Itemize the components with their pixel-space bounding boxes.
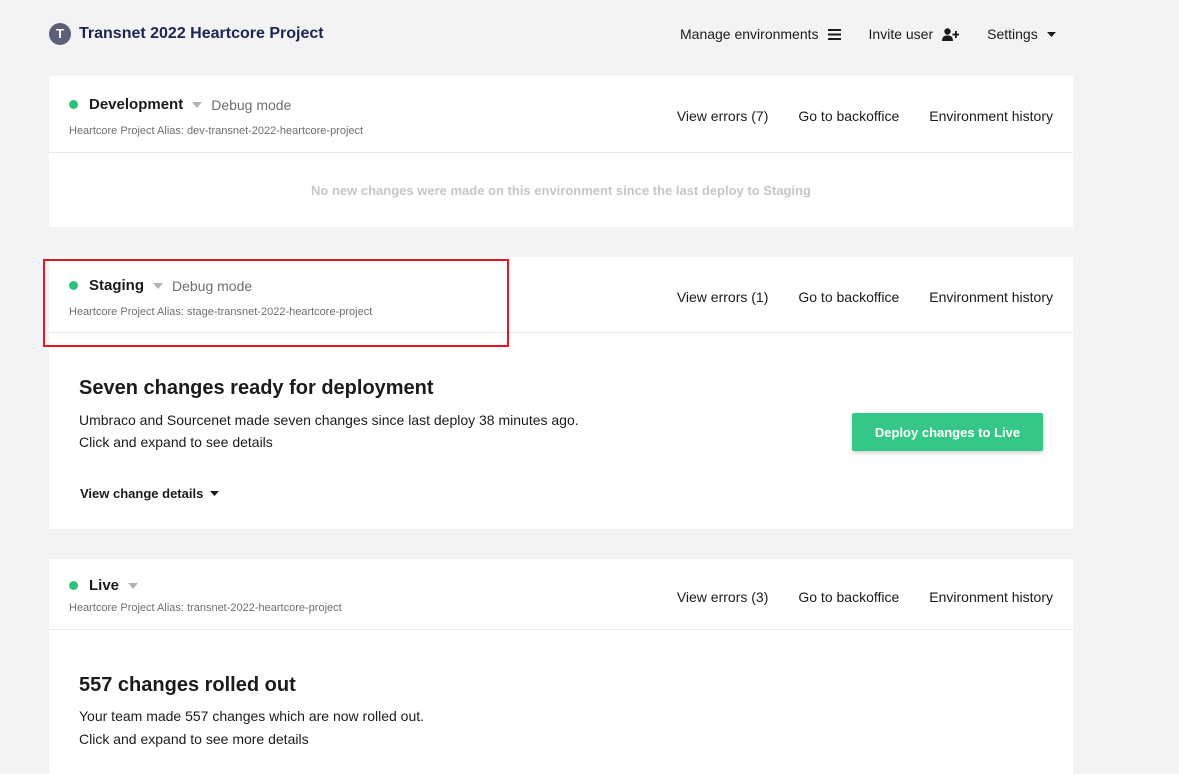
changes-title: 557 changes rolled out: [79, 674, 296, 696]
caret-down-icon: [1046, 31, 1056, 37]
environment-card-live: Live Heartcore Project Alias: transnet-2…: [49, 559, 1073, 774]
environment-actions: View errors (3) Go to backoffice Environ…: [677, 589, 1053, 605]
chevron-down-icon[interactable]: [153, 282, 163, 289]
invite-user-label: Invite user: [868, 26, 934, 42]
project-alias: Heartcore Project Alias: dev-transnet-20…: [69, 125, 364, 137]
hamburger-icon: [827, 28, 841, 40]
top-nav: Manage environments Invite user Settings: [680, 26, 1056, 42]
changes-hint: Click and expand to see more details: [79, 731, 309, 747]
environment-title-row: Staging Debug mode: [69, 277, 252, 294]
settings-label: Settings: [987, 26, 1038, 42]
go-to-backoffice-link[interactable]: Go to backoffice: [798, 589, 899, 605]
environment-title-row: Live: [69, 577, 139, 594]
changes-description: Your team made 557 changes which are now…: [79, 708, 425, 724]
environment-header: Staging Debug mode Heartcore Project Ali…: [49, 257, 1073, 333]
view-change-details-label: View change details: [80, 486, 204, 501]
changes-title: Seven changes ready for deployment: [79, 377, 434, 399]
environment-name: Live: [89, 577, 120, 594]
project-title[interactable]: Transnet 2022 Heartcore Project: [79, 25, 324, 43]
chevron-down-icon[interactable]: [128, 582, 139, 589]
go-to-backoffice-link[interactable]: Go to backoffice: [798, 108, 899, 124]
environment-actions: View errors (1) Go to backoffice Environ…: [677, 289, 1053, 305]
changes-description: Umbraco and Sourcenet made seven changes…: [79, 412, 579, 428]
status-dot-icon: [69, 581, 78, 590]
manage-environments-button[interactable]: Manage environments: [680, 26, 841, 42]
top-header: T Transnet 2022 Heartcore Project Manage…: [0, 0, 1179, 70]
debug-mode-label: Debug mode: [211, 96, 292, 113]
status-dot-icon: [69, 281, 78, 290]
environment-body: Seven changes ready for deployment Umbra…: [49, 333, 1073, 529]
environment-history-link[interactable]: Environment history: [929, 289, 1053, 305]
environment-header: Development Debug mode Heartcore Project…: [49, 76, 1073, 153]
add-user-icon: [942, 27, 960, 41]
go-to-backoffice-link[interactable]: Go to backoffice: [798, 289, 899, 305]
environment-name: Staging: [89, 277, 144, 294]
environment-name: Development: [89, 96, 184, 113]
environment-actions: View errors (7) Go to backoffice Environ…: [677, 108, 1053, 124]
environment-history-link[interactable]: Environment history: [929, 108, 1053, 124]
manage-environments-label: Manage environments: [680, 26, 819, 42]
deploy-changes-button[interactable]: Deploy changes to Live: [852, 413, 1043, 451]
environment-title-row: Development Debug mode: [69, 96, 291, 113]
environment-history-link[interactable]: Environment history: [929, 589, 1053, 605]
changes-hint: Click and expand to see details: [79, 434, 273, 450]
debug-mode-label: Debug mode: [172, 277, 253, 294]
view-errors-link[interactable]: View errors (3): [677, 589, 769, 605]
view-errors-link[interactable]: View errors (7): [677, 108, 769, 124]
environment-header: Live Heartcore Project Alias: transnet-2…: [49, 559, 1073, 630]
environment-card-development: Development Debug mode Heartcore Project…: [49, 76, 1073, 227]
project-alias: Heartcore Project Alias: transnet-2022-h…: [69, 602, 342, 614]
caret-down-icon: [210, 491, 220, 496]
no-changes-message: No new changes were made on this environ…: [311, 182, 811, 198]
project-avatar[interactable]: T: [49, 23, 71, 45]
status-dot-icon: [69, 100, 78, 109]
environment-body: 557 changes rolled out Your team made 55…: [49, 630, 1073, 774]
environment-card-staging: Staging Debug mode Heartcore Project Ali…: [49, 257, 1073, 529]
chevron-down-icon[interactable]: [192, 101, 203, 108]
invite-user-button[interactable]: Invite user: [869, 26, 960, 42]
view-errors-link[interactable]: View errors (1): [677, 289, 769, 305]
project-alias: Heartcore Project Alias: stage-transnet-…: [69, 306, 373, 318]
view-change-details-toggle[interactable]: View change details: [80, 486, 220, 501]
settings-dropdown[interactable]: Settings: [987, 26, 1056, 42]
